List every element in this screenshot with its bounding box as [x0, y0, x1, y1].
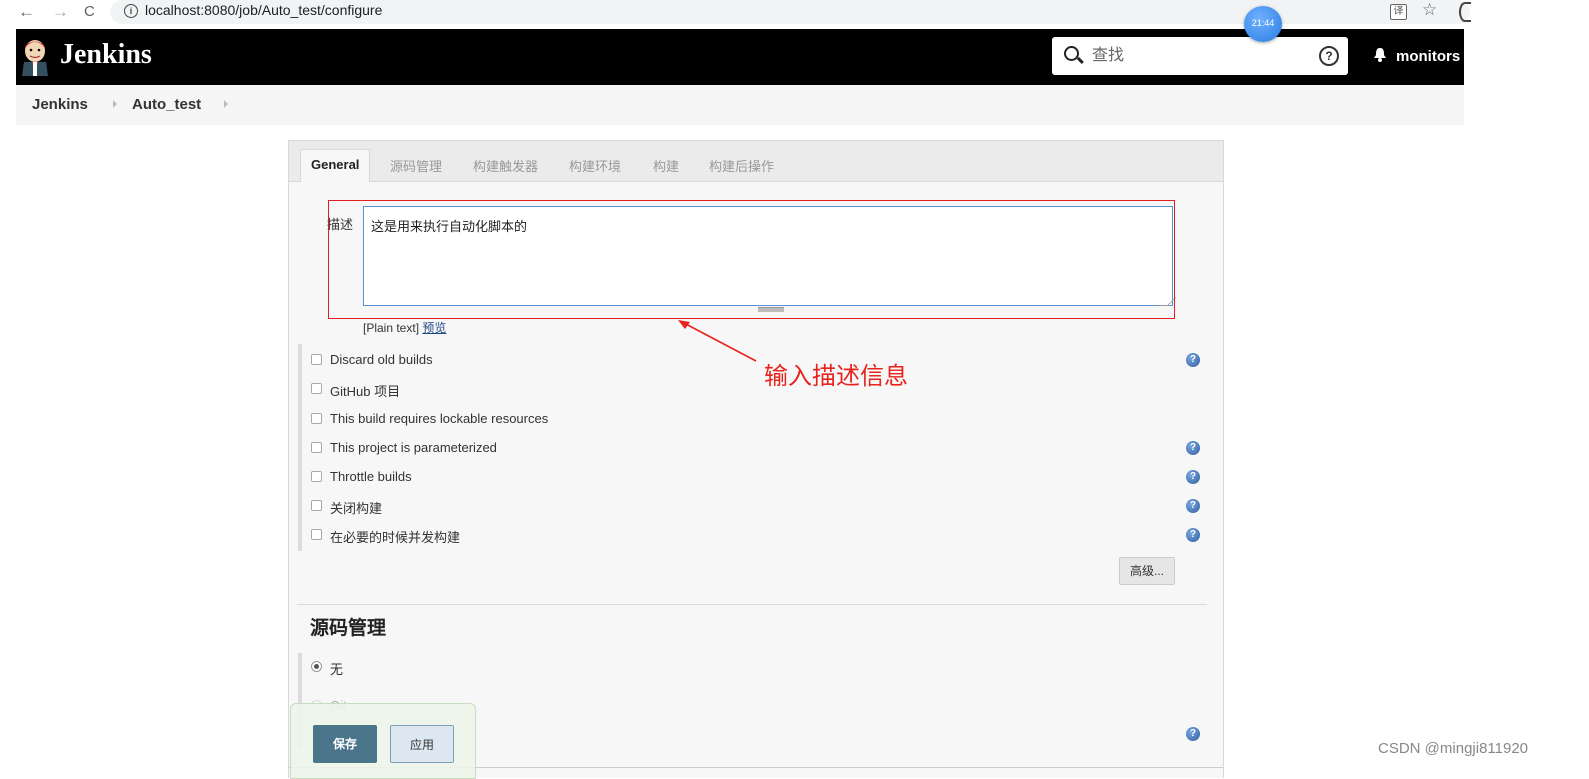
checkbox[interactable] — [311, 529, 322, 540]
forward-icon[interactable]: → — [52, 2, 69, 22]
markup-format-note: [Plain text] 预览 — [363, 319, 446, 336]
tab-general[interactable]: General — [300, 149, 371, 182]
breadcrumb-job[interactable]: Auto_test — [132, 96, 201, 113]
option-label: Throttle builds — [330, 469, 412, 484]
help-icon[interactable]: ? — [1186, 441, 1200, 455]
profile-icon[interactable] — [1459, 2, 1471, 22]
reload-icon[interactable]: C — [84, 3, 95, 20]
save-button[interactable]: 保存 — [313, 725, 377, 763]
help-icon[interactable]: ? — [1186, 528, 1200, 542]
option-label: This project is parameterized — [330, 440, 497, 455]
annotation-highlight-box — [328, 200, 1175, 319]
config-tabbar: General 源码管理 构建触发器 构建环境 构建 构建后操作 — [289, 141, 1223, 182]
breadcrumb: Jenkins Auto_test — [16, 85, 1464, 125]
annotation-arrow-icon — [678, 320, 757, 362]
tab-build-env[interactable]: 构建环境 — [569, 156, 621, 175]
search-help-icon[interactable]: ? — [1319, 46, 1339, 66]
radio-button[interactable] — [311, 661, 322, 672]
option-label: Discard old builds — [330, 352, 433, 367]
search-icon — [1064, 46, 1079, 61]
option-label: This build requires lockable resources — [330, 411, 549, 426]
section-divider — [297, 604, 1207, 605]
checkbox[interactable] — [311, 471, 322, 482]
section-indent-bar — [298, 344, 302, 551]
option-label: 在必要的时候并发构建 — [330, 530, 461, 545]
checkbox[interactable] — [311, 500, 322, 511]
url-text[interactable]: localhost:8080/job/Auto_test/configure — [145, 2, 382, 18]
breadcrumb-jenkins[interactable]: Jenkins — [32, 96, 88, 113]
advanced-button[interactable]: 高级... — [1119, 557, 1175, 585]
tab-post-build[interactable]: 构建后操作 — [709, 156, 774, 175]
help-icon[interactable]: ? — [1186, 499, 1200, 513]
jenkins-logo-icon[interactable] — [20, 38, 50, 76]
preview-link[interactable]: 预览 — [422, 321, 446, 335]
checkbox[interactable] — [311, 413, 322, 424]
jenkins-brand[interactable]: Jenkins — [60, 39, 152, 71]
search-box: ? — [1052, 37, 1348, 75]
form-action-bar: 保存 应用 — [290, 703, 476, 779]
watermark: CSDN @mingji811920 — [1378, 740, 1529, 757]
breadcrumb-arrow-icon[interactable] — [224, 100, 228, 108]
tab-scm[interactable]: 源码管理 — [390, 156, 442, 175]
option-label: GitHub 项目 — [330, 384, 401, 399]
help-icon[interactable]: ? — [1186, 353, 1200, 367]
annotation-text: 输入描述信息 — [764, 363, 908, 390]
jenkins-header: Jenkins ? monitors — [16, 29, 1464, 85]
user-menu[interactable]: monitors — [1396, 48, 1460, 65]
site-info-icon[interactable]: i — [124, 4, 138, 18]
bell-icon[interactable] — [1374, 48, 1386, 62]
scm-section-title: 源码管理 — [310, 618, 387, 639]
browser-toolbar: ← → C i localhost:8080/job/Auto_test/con… — [0, 0, 1589, 28]
back-icon[interactable]: ← — [18, 2, 35, 22]
help-icon[interactable]: ? — [1186, 727, 1200, 741]
search-input[interactable] — [1092, 43, 1312, 69]
option-label: 关闭构建 — [330, 501, 383, 516]
translate-icon[interactable]: 译 — [1390, 4, 1407, 20]
breadcrumb-arrow-icon[interactable] — [113, 100, 117, 108]
option-label: 无 — [330, 662, 344, 677]
checkbox[interactable] — [311, 383, 322, 394]
tab-build[interactable]: 构建 — [653, 156, 679, 175]
checkbox[interactable] — [311, 442, 322, 453]
clock-widget: 21:44 — [1244, 6, 1282, 42]
help-icon[interactable]: ? — [1186, 470, 1200, 484]
checkbox[interactable] — [311, 354, 322, 365]
plain-text-label: [Plain text] — [363, 321, 420, 335]
tab-triggers[interactable]: 构建触发器 — [473, 156, 538, 175]
apply-button[interactable]: 应用 — [390, 725, 454, 763]
config-panel: General 源码管理 构建触发器 构建环境 构建 构建后操作 描述 这是用来… — [288, 140, 1224, 778]
bookmark-star-icon[interactable]: ☆ — [1422, 0, 1437, 20]
